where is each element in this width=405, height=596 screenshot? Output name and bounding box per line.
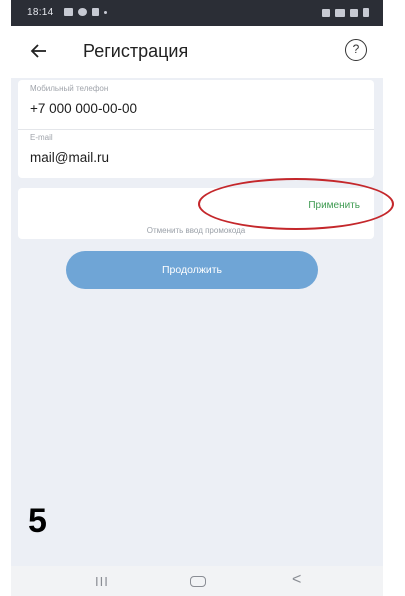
navigation-icon [92, 8, 99, 16]
whatsapp-icon [78, 8, 87, 16]
page-title: Регистрация [83, 41, 189, 61]
email-field[interactable]: E-mail mail@mail.ru [18, 129, 374, 178]
recent-apps-button[interactable]: III [95, 574, 109, 589]
status-right-icons [322, 8, 369, 17]
phone-field-label: Мобильный телефон [30, 84, 109, 93]
home-circle-icon[interactable] [190, 576, 206, 587]
phone-field-value: +7 000 000-00-00 [30, 101, 137, 116]
system-nav-bar: III < [11, 566, 383, 596]
gallery-icon [64, 8, 73, 16]
email-field-label: E-mail [30, 133, 53, 142]
status-left-icons [64, 8, 107, 16]
wifi-icon [335, 8, 345, 17]
status-bar: 18:14 [11, 0, 383, 26]
signal-icon [350, 8, 358, 17]
continue-button[interactable]: Продолжить [66, 251, 318, 289]
email-field-value: mail@mail.ru [30, 150, 109, 165]
promo-code-card: Применить Отменить ввод промокода [18, 188, 374, 239]
dot-icon [104, 10, 107, 14]
phone-screen: 18:14 Регистрация ? Мобильный телефон +7… [11, 0, 383, 596]
arrow-left-icon[interactable] [29, 41, 49, 61]
help-button[interactable]: ? [345, 39, 367, 61]
apply-promo-button[interactable]: Применить [308, 200, 360, 211]
cancel-promo-link[interactable]: Отменить ввод промокода [18, 226, 374, 235]
app-bar: Регистрация ? [11, 26, 383, 78]
battery-icon [363, 8, 369, 17]
contact-fields-card: Мобильный телефон +7 000 000-00-00 E-mai… [18, 80, 374, 178]
phone-field[interactable]: Мобильный телефон +7 000 000-00-00 [18, 80, 374, 130]
nav-back-button[interactable]: < [292, 571, 301, 589]
vibrate-icon [322, 8, 330, 17]
status-time: 18:14 [27, 7, 54, 18]
step-number: 5 [28, 502, 47, 540]
